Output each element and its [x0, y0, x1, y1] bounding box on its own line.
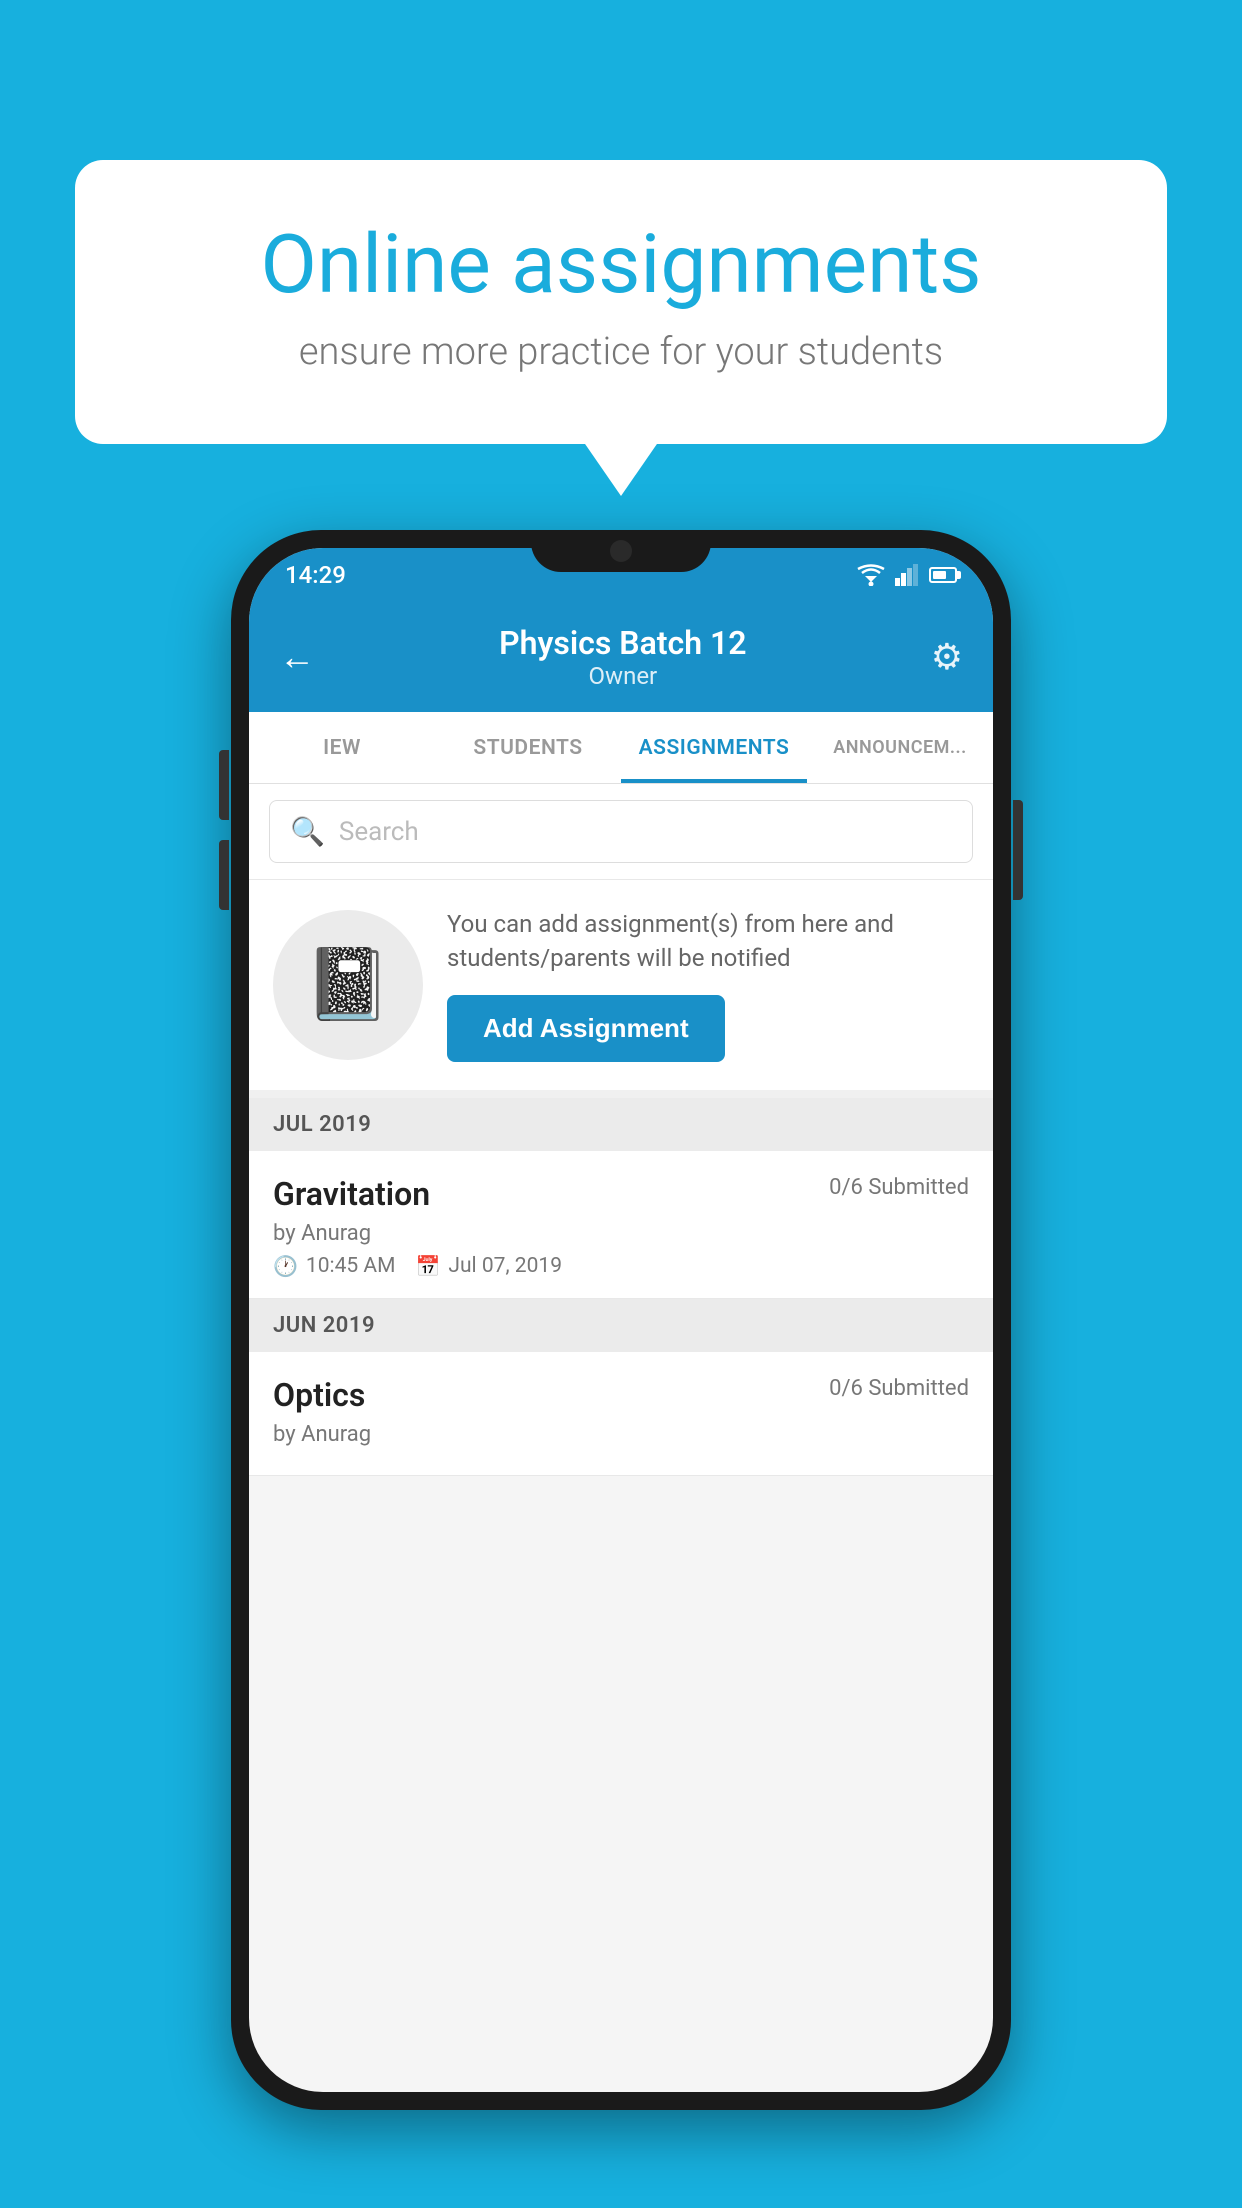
clock-icon: 🕐: [273, 1254, 298, 1278]
tab-iew[interactable]: IEW: [249, 712, 435, 783]
assignment-by: by Anurag: [273, 1221, 969, 1246]
content-area: 🔍 Search 📓 You can add assignment(s) fro…: [249, 784, 993, 1476]
month-header-jun: JUN 2019: [249, 1299, 993, 1352]
meta-time: 🕐 10:45 AM: [273, 1254, 395, 1278]
bubble-subtitle: ensure more practice for your students: [145, 330, 1097, 374]
power-button[interactable]: [1013, 800, 1023, 900]
status-time: 14:29: [285, 561, 346, 589]
search-bar[interactable]: 🔍 Search: [269, 800, 973, 863]
assignment-meta: 🕐 10:45 AM 📅 Jul 07, 2019: [273, 1254, 969, 1278]
add-assignment-promo: 📓 You can add assignment(s) from here an…: [249, 880, 993, 1098]
speech-bubble-card: Online assignments ensure more practice …: [75, 160, 1167, 444]
battery-icon: [929, 567, 957, 583]
tab-assignments[interactable]: ASSIGNMENTS: [621, 712, 807, 783]
header-subtitle: Owner: [499, 662, 746, 690]
meta-date: 📅 Jul 07, 2019: [415, 1254, 562, 1278]
assignment-time: 10:45 AM: [306, 1254, 396, 1278]
phone-frame: 14:29: [231, 530, 1011, 2110]
add-assignment-button[interactable]: Add Assignment: [447, 995, 725, 1062]
assignment-by-optics: by Anurag: [273, 1422, 969, 1447]
tab-students[interactable]: STUDENTS: [435, 712, 621, 783]
promo-text: You can add assignment(s) from here and …: [447, 908, 969, 975]
bubble-title: Online assignments: [145, 220, 1097, 310]
assignment-status: 0/6 Submitted: [829, 1175, 969, 1200]
phone-mockup: 14:29: [231, 530, 1011, 2110]
back-button[interactable]: ←: [279, 636, 315, 678]
header-title-block: Physics Batch 12 Owner: [499, 624, 746, 690]
header-title: Physics Batch 12: [499, 624, 746, 662]
notebook-icon: 📓: [304, 944, 391, 1026]
phone-camera: [610, 540, 632, 562]
app-header: ← Physics Batch 12 Owner ⚙: [249, 602, 993, 712]
promo-right: You can add assignment(s) from here and …: [447, 908, 969, 1062]
phone-screen: 14:29: [249, 548, 993, 2092]
assignment-top-row: Gravitation 0/6 Submitted: [273, 1175, 969, 1213]
volume-down-button[interactable]: [219, 840, 229, 910]
assignment-top-row-2: Optics 0/6 Submitted: [273, 1376, 969, 1414]
assignment-item-optics[interactable]: Optics 0/6 Submitted by Anurag: [249, 1352, 993, 1476]
signal-icon: [895, 564, 919, 586]
volume-up-button[interactable]: [219, 750, 229, 820]
status-icons: [857, 564, 957, 586]
assignment-name: Gravitation: [273, 1175, 430, 1213]
search-placeholder: Search: [339, 817, 419, 847]
assignment-item-gravitation[interactable]: Gravitation 0/6 Submitted by Anurag 🕐 10…: [249, 1151, 993, 1299]
assignment-name-optics: Optics: [273, 1376, 365, 1414]
search-icon: 🔍: [290, 815, 325, 848]
assignment-status-optics: 0/6 Submitted: [829, 1376, 969, 1401]
wifi-icon: [857, 564, 885, 586]
assignment-date: Jul 07, 2019: [448, 1254, 562, 1278]
assignment-icon-circle: 📓: [273, 910, 423, 1060]
search-bar-container: 🔍 Search: [249, 784, 993, 880]
calendar-icon: 📅: [415, 1254, 440, 1278]
tabs-bar: IEW STUDENTS ASSIGNMENTS ANNOUNCEM...: [249, 712, 993, 784]
tab-announcements[interactable]: ANNOUNCEM...: [807, 712, 993, 783]
phone-notch: [531, 530, 711, 572]
settings-icon[interactable]: ⚙: [931, 636, 963, 678]
month-header-jul: JUL 2019: [249, 1098, 993, 1151]
